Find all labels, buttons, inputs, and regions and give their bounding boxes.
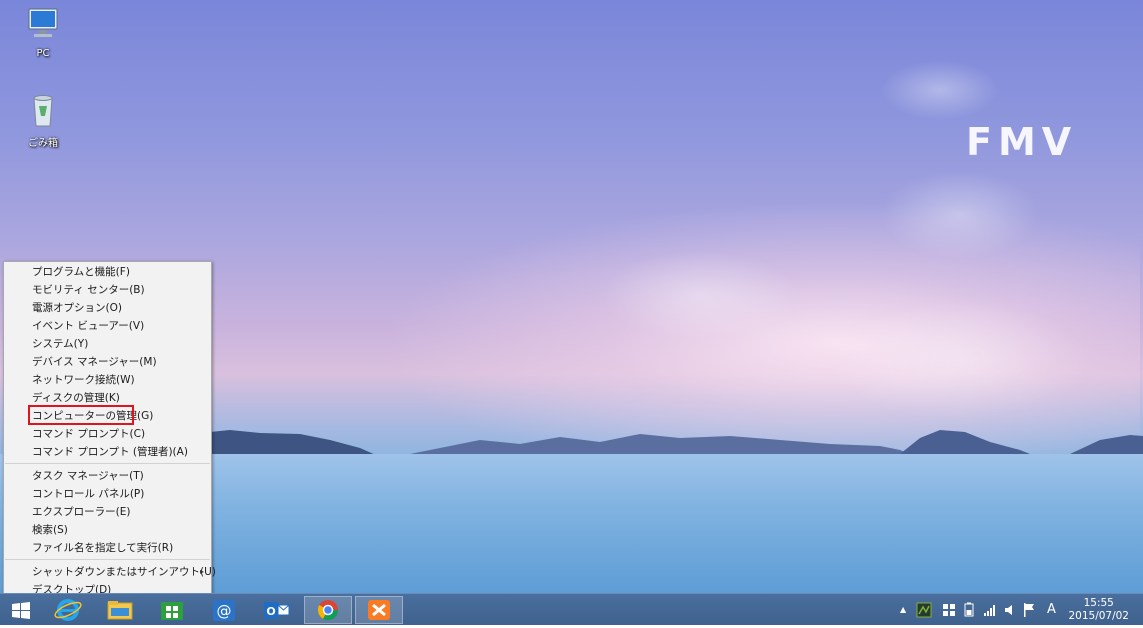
cloud xyxy=(830,300,1090,420)
chrome-icon xyxy=(317,600,339,621)
taskbar-xampp[interactable] xyxy=(355,596,403,624)
outlook-icon: O xyxy=(264,602,290,619)
winx-quick-link-menu: プログラムと機能(F) モビリティ センター(B) 電源オプション(O) イベン… xyxy=(3,261,216,597)
taskbar-internet-explorer[interactable] xyxy=(46,596,90,624)
submenu-arrow-icon: ▸ xyxy=(199,567,204,576)
xampp-icon xyxy=(368,600,390,620)
ime-indicator[interactable]: A xyxy=(1047,594,1056,625)
computer-icon xyxy=(28,8,58,37)
menu-item-command-prompt-admin[interactable]: コマンド プロンプト (管理者)(A) xyxy=(4,443,211,461)
menu-separator xyxy=(5,559,210,560)
menu-separator xyxy=(5,463,210,464)
svg-text:O: O xyxy=(266,605,275,618)
taskbar-chrome[interactable] xyxy=(304,596,352,624)
flag-notification-icon[interactable] xyxy=(1022,602,1036,618)
internet-explorer-icon xyxy=(54,599,82,621)
taskbar: @ O ▲ A 15:55 2015/07/02 xyxy=(0,593,1143,625)
network-signal-icon[interactable] xyxy=(983,603,997,617)
menu-item-label: シャットダウンまたはサインアウト(U) xyxy=(32,566,216,578)
menu-item-command-prompt[interactable]: コマンド プロンプト(C) xyxy=(4,425,211,443)
desktop-icon-pc[interactable]: PC xyxy=(17,6,69,59)
menu-item-file-explorer[interactable]: エクスプローラー(E) xyxy=(4,503,211,521)
action-center-icon[interactable] xyxy=(942,603,956,617)
menu-item-power-options[interactable]: 電源オプション(O) xyxy=(4,299,211,317)
desktop-icon-recycle-bin[interactable]: ごみ箱 xyxy=(17,92,69,149)
menu-item-system[interactable]: システム(Y) xyxy=(4,335,211,353)
highlight-box xyxy=(28,405,134,425)
recycle-bin-icon xyxy=(33,95,53,127)
menu-item-device-manager[interactable]: デバイス マネージャー(M) xyxy=(4,353,211,371)
menu-group-2: タスク マネージャー(T) コントロール パネル(P) エクスプローラー(E) … xyxy=(4,467,211,557)
menu-item-network-connections[interactable]: ネットワーク接続(W) xyxy=(4,371,211,389)
battery-icon[interactable] xyxy=(962,602,976,618)
tray-app-icon[interactable] xyxy=(916,602,932,618)
fmv-logo: FMV xyxy=(966,120,1078,164)
menu-item-mobility-center[interactable]: モビリティ センター(B) xyxy=(4,281,211,299)
menu-item-task-manager[interactable]: タスク マネージャー(T) xyxy=(4,467,211,485)
menu-item-computer-management[interactable]: コンピューターの管理(G) xyxy=(4,405,211,425)
menu-item-shutdown-signout[interactable]: シャットダウンまたはサインアウト(U) ▸ xyxy=(4,563,216,581)
windows-logo-icon xyxy=(12,602,30,619)
cloud xyxy=(880,170,1040,260)
taskbar-windows-store[interactable] xyxy=(150,596,194,624)
cloud xyxy=(880,60,1000,120)
svg-text:@: @ xyxy=(217,602,232,620)
file-explorer-icon xyxy=(107,601,133,620)
taskbar-file-explorer[interactable] xyxy=(98,596,142,624)
menu-item-run[interactable]: ファイル名を指定して実行(R) xyxy=(4,539,211,557)
volume-icon[interactable] xyxy=(1003,603,1017,617)
menu-item-programs-features[interactable]: プログラムと機能(F) xyxy=(4,263,211,281)
start-button[interactable] xyxy=(0,596,42,624)
taskbar-clock[interactable]: 15:55 2015/07/02 xyxy=(1068,597,1129,623)
clock-date: 2015/07/02 xyxy=(1068,610,1129,622)
mail-at-icon: @ xyxy=(213,600,235,621)
menu-group-1: プログラムと機能(F) モビリティ センター(B) 電源オプション(O) イベン… xyxy=(4,263,211,461)
taskbar-mail[interactable]: @ xyxy=(202,596,246,624)
desktop-icon-label: PC xyxy=(36,48,50,59)
clock-time: 15:55 xyxy=(1083,597,1114,609)
taskbar-outlook[interactable]: O xyxy=(254,596,298,624)
menu-item-control-panel[interactable]: コントロール パネル(P) xyxy=(4,485,211,503)
desktop-icon-label: ごみ箱 xyxy=(28,138,58,149)
menu-item-event-viewer[interactable]: イベント ビューアー(V) xyxy=(4,317,211,335)
cloud xyxy=(600,250,800,340)
windows-store-icon xyxy=(161,602,183,620)
show-hidden-icons-button[interactable]: ▲ xyxy=(900,594,906,625)
menu-item-search[interactable]: 検索(S) xyxy=(4,521,211,539)
